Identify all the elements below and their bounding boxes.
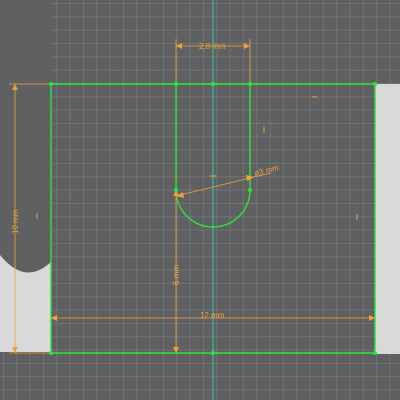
vertex-top-right[interactable] xyxy=(373,82,377,86)
solid-right-block xyxy=(375,84,400,354)
hole-diameter-label[interactable]: ø3 mm xyxy=(253,163,280,178)
top-dimension-arrow-left xyxy=(176,43,182,49)
bottom-dimension-arrow-right xyxy=(369,315,375,321)
slot-dimension-arrow-bottom xyxy=(173,347,179,353)
vertex-center-bottom[interactable] xyxy=(211,351,215,355)
vertex-arc-right[interactable] xyxy=(248,188,252,192)
bottom-width-label[interactable]: 12 mm xyxy=(200,311,225,320)
solid-body-left-background xyxy=(0,84,51,284)
top-dimension-arrow-right xyxy=(244,43,250,49)
vertex-bottom-left[interactable] xyxy=(49,351,53,355)
top-width-label[interactable]: 2,8 mm xyxy=(199,42,226,51)
solid-top-left xyxy=(0,0,51,84)
slot-height-label[interactable]: 6 mm xyxy=(172,265,181,285)
vertex-bottom-right[interactable] xyxy=(373,351,377,355)
vertex-center-top[interactable] xyxy=(211,82,215,86)
left-height-label[interactable]: 10 mm xyxy=(11,209,20,234)
hole-diameter-line xyxy=(175,176,255,197)
vertex-slot-top-left[interactable] xyxy=(174,82,178,86)
vertex-arc-left[interactable] xyxy=(174,188,178,192)
sketch-canvas[interactable]: 2,8 mm 10 mm 6 mm 12 mm ø3 mm xyxy=(0,0,400,400)
bottom-dimension-arrow-left xyxy=(51,315,57,321)
vertex-slot-top-right[interactable] xyxy=(248,82,252,86)
vertex-top-left[interactable] xyxy=(49,82,53,86)
sketch-viewport[interactable]: 2,8 mm 10 mm 6 mm 12 mm ø3 mm xyxy=(0,0,400,400)
